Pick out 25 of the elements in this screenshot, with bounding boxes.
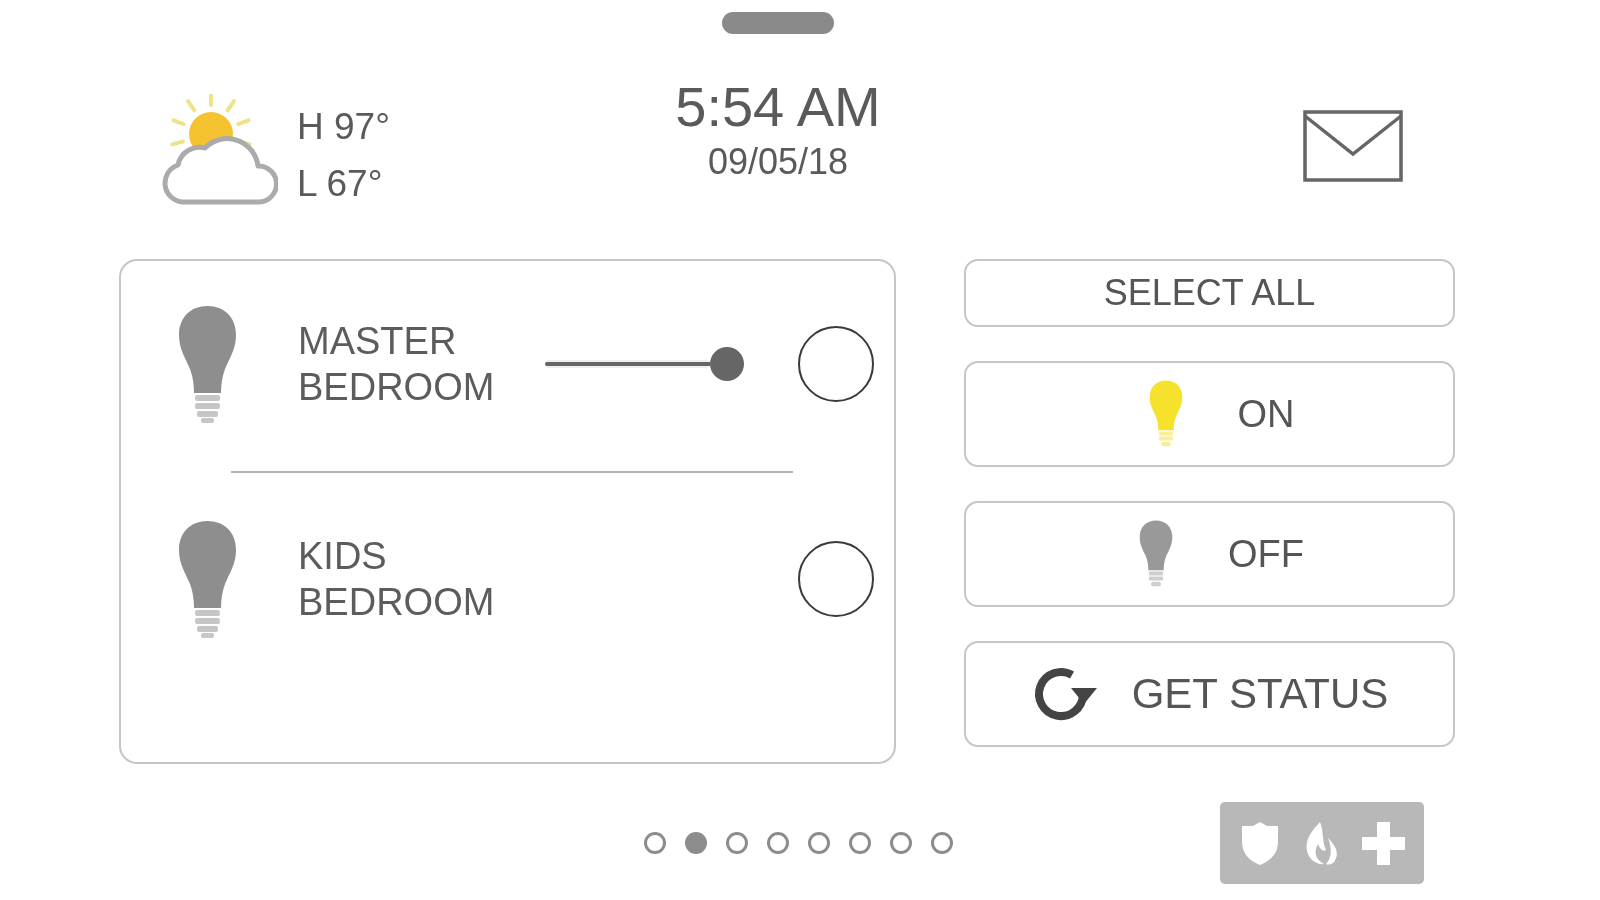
envelope-icon[interactable] — [1303, 110, 1403, 182]
light-name: KIDS BEDROOM — [298, 534, 496, 625]
page-indicator-dot[interactable] — [726, 832, 748, 854]
page-indicator-dot[interactable] — [685, 832, 707, 854]
get-status-button[interactable]: GET STATUS — [964, 641, 1455, 747]
page-indicator-dot[interactable] — [767, 832, 789, 854]
plus-icon — [1359, 819, 1407, 867]
lights-off-button[interactable]: OFF — [964, 501, 1455, 607]
lightbulb-icon — [1137, 520, 1175, 588]
emergency-button[interactable] — [1220, 802, 1424, 884]
clock-time: 5:54 AM — [675, 79, 881, 135]
drag-handle[interactable] — [722, 12, 834, 34]
page-indicator-dot[interactable] — [931, 832, 953, 854]
slider-thumb[interactable] — [710, 347, 744, 381]
page-indicator-dot[interactable] — [808, 832, 830, 854]
page-indicator-dot[interactable] — [849, 832, 871, 854]
sun-behind-cloud-icon — [161, 94, 278, 206]
select-all-button[interactable]: SELECT ALL — [964, 259, 1455, 327]
high-temperature: H 97° — [297, 108, 390, 145]
low-temperature: L 67° — [297, 165, 384, 202]
page-indicator-dot[interactable] — [890, 832, 912, 854]
light-name: MASTER BEDROOM — [298, 319, 496, 410]
page-indicator-dot[interactable] — [644, 832, 666, 854]
clock-date: 09/05/18 — [707, 144, 849, 180]
lights-on-button[interactable]: ON — [964, 361, 1455, 467]
